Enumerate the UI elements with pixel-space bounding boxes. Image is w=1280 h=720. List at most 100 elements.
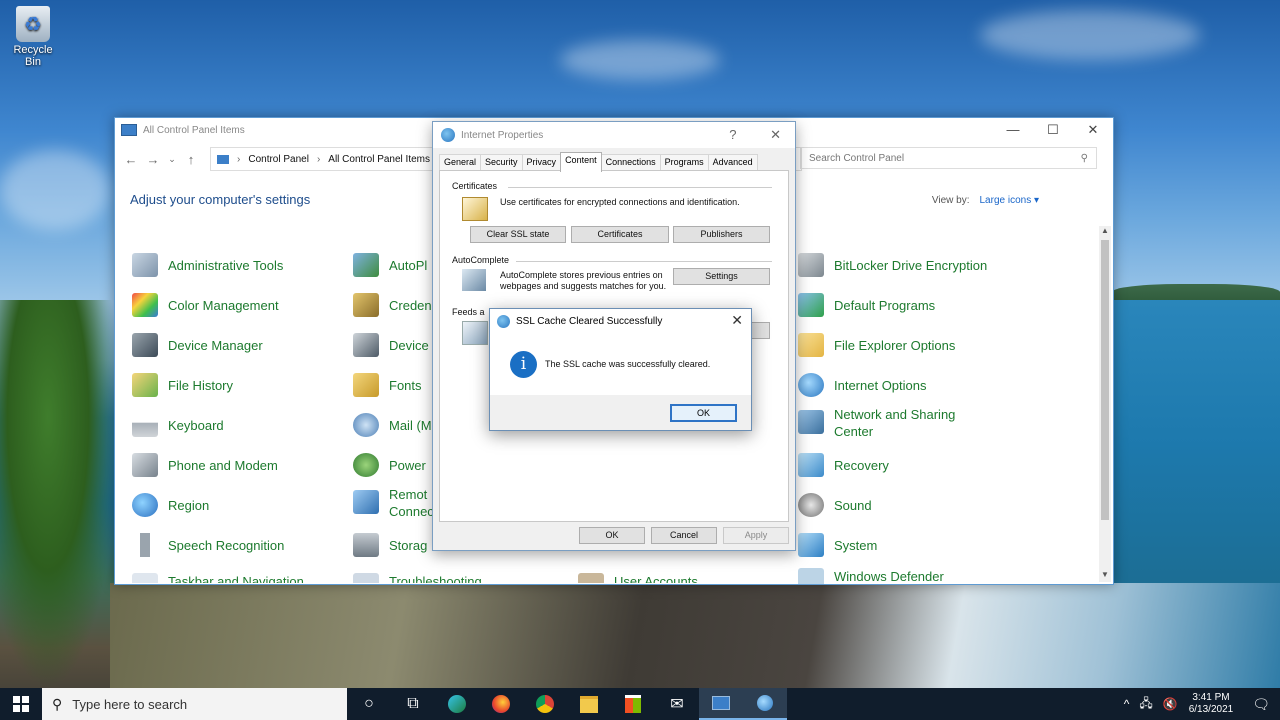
- item-region[interactable]: Region: [132, 493, 209, 517]
- item-label: Color Management: [168, 297, 279, 313]
- item-label: Speech Recognition: [168, 537, 285, 553]
- clock[interactable]: 3:41 PM 6/13/2021: [1189, 692, 1234, 716]
- vertical-scrollbar[interactable]: ▲ ▼: [1099, 226, 1111, 582]
- item-internet-options[interactable]: Internet Options: [798, 373, 927, 397]
- show-hidden-icons-icon[interactable]: ^: [1124, 697, 1130, 711]
- scroll-up-icon[interactable]: ▲: [1099, 226, 1111, 238]
- admin-tools-icon: [132, 253, 158, 277]
- item-troubleshooting[interactable]: Troubleshooting: [353, 573, 482, 583]
- firefox-icon[interactable]: [479, 688, 523, 720]
- item-autoplay[interactable]: AutoPl: [353, 253, 427, 277]
- recovery-icon: [798, 453, 824, 477]
- message-text: The SSL cache was successfully cleared.: [545, 359, 711, 369]
- beach-scenery: [110, 583, 1280, 688]
- scroll-thumb[interactable]: [1101, 240, 1109, 520]
- taskbar: ⚲ Type here to search ○ ⧉ ✉ ^ 🖧 🔇 3:41 P…: [0, 688, 1280, 720]
- item-administrative-tools[interactable]: Administrative Tools: [132, 253, 283, 277]
- certificates-button[interactable]: Certificates: [571, 226, 669, 243]
- item-phone-and-modem[interactable]: Phone and Modem: [132, 453, 278, 477]
- item-label: Network and Sharing: [834, 407, 956, 422]
- item-speech-recognition[interactable]: Speech Recognition: [132, 533, 284, 557]
- message-box-ok-button[interactable]: OK: [670, 404, 737, 422]
- certificates-description: Use certificates for encrypted connectio…: [500, 197, 740, 207]
- item-bitlocker[interactable]: BitLocker Drive Encryption: [798, 253, 987, 277]
- autocomplete-settings-button[interactable]: Settings: [673, 268, 770, 285]
- item-windows-defender[interactable]: Windows Defender: [798, 568, 944, 584]
- item-default-programs[interactable]: Default Programs: [798, 293, 935, 317]
- item-taskbar-navigation[interactable]: Taskbar and Navigation: [132, 573, 304, 583]
- dialog-close-button[interactable]: ✕: [770, 127, 781, 142]
- cancel-button[interactable]: Cancel: [651, 527, 717, 544]
- item-label-line2: Center: [834, 424, 874, 439]
- item-label: Troubleshooting: [389, 574, 482, 583]
- internet-properties-taskbar-icon[interactable]: [743, 688, 787, 720]
- item-user-accounts[interactable]: User Accounts: [578, 573, 698, 583]
- remoteapp-icon: [353, 490, 379, 514]
- tab-content[interactable]: Content: [560, 152, 602, 172]
- system-tray: ^ 🖧 🔇 3:41 PM 6/13/2021 🗨: [1119, 688, 1280, 720]
- clear-ssl-state-button[interactable]: Clear SSL state: [470, 226, 566, 243]
- item-device-manager[interactable]: Device Manager: [132, 333, 263, 357]
- volume-muted-icon[interactable]: 🔇: [1163, 697, 1178, 711]
- recycle-bin-desktop-icon[interactable]: Recycle Bin: [4, 4, 62, 68]
- item-color-management[interactable]: Color Management: [132, 293, 279, 317]
- publishers-button[interactable]: Publishers: [673, 226, 770, 243]
- cortana-icon[interactable]: ○: [347, 688, 391, 720]
- mail-icon[interactable]: ✉: [655, 688, 699, 720]
- taskbar-search-box[interactable]: ⚲ Type here to search: [42, 688, 347, 720]
- item-power-options[interactable]: Power: [353, 453, 426, 477]
- item-file-history[interactable]: File History: [132, 373, 233, 397]
- network-icon[interactable]: 🖧: [1139, 694, 1152, 715]
- item-label: Fonts: [389, 377, 422, 393]
- message-box-titlebar: SSL Cache Cleared Successfully: [490, 309, 751, 333]
- help-button[interactable]: ?: [729, 127, 736, 142]
- item-label-line2: Connec: [389, 504, 434, 519]
- sea-scenery: [1112, 300, 1280, 590]
- item-label: Default Programs: [834, 297, 936, 313]
- message-box-close-button[interactable]: ✕: [731, 312, 743, 329]
- item-label: File Explorer Options: [834, 337, 956, 353]
- item-label: Keyboard: [168, 417, 224, 433]
- internet-properties-title: Internet Properties: [461, 129, 544, 141]
- item-sound[interactable]: Sound: [798, 493, 872, 517]
- item-label: User Accounts: [614, 574, 698, 583]
- edge-icon[interactable]: [435, 688, 479, 720]
- start-button[interactable]: [0, 688, 42, 720]
- file-explorer-icon[interactable]: [567, 688, 611, 720]
- ok-button[interactable]: OK: [579, 527, 645, 544]
- autocomplete-icon: [462, 269, 486, 291]
- scroll-down-icon[interactable]: ▼: [1099, 570, 1111, 582]
- color-mgmt-icon: [132, 293, 158, 317]
- task-view-icon[interactable]: ⧉: [391, 688, 435, 720]
- item-file-explorer-options[interactable]: File Explorer Options: [798, 333, 955, 357]
- search-icon: ⚲: [52, 695, 63, 712]
- item-label: Device: [389, 337, 429, 353]
- item-label: Taskbar and Navigation: [168, 574, 304, 583]
- feeds-section-label: Feeds a: [452, 307, 485, 317]
- item-network-sharing[interactable]: Network and Sharing Center: [798, 406, 955, 440]
- control-panel-taskbar-icon[interactable]: [699, 688, 743, 720]
- taskbar-icon: [132, 573, 158, 583]
- item-devices-printers[interactable]: Device: [353, 333, 429, 357]
- chrome-icon[interactable]: [523, 688, 567, 720]
- notifications-icon[interactable]: 🗨: [1252, 696, 1270, 713]
- item-system[interactable]: System: [798, 533, 877, 557]
- item-mail[interactable]: Mail (M: [353, 413, 432, 437]
- item-storage-spaces[interactable]: Storag: [353, 533, 427, 557]
- microsoft-store-icon[interactable]: [611, 688, 655, 720]
- network-icon: [798, 410, 824, 434]
- region-icon: [132, 493, 158, 517]
- item-remoteapp[interactable]: Remot Connec: [353, 486, 434, 520]
- item-keyboard[interactable]: Keyboard: [132, 413, 224, 437]
- item-credential-manager[interactable]: Creden: [353, 293, 432, 317]
- credential-icon: [353, 293, 379, 317]
- system-icon: [798, 533, 824, 557]
- item-fonts[interactable]: Fonts: [353, 373, 422, 397]
- palm-scenery: [0, 300, 120, 690]
- internet-options-icon: [798, 373, 824, 397]
- item-label: Device Manager: [168, 337, 263, 353]
- storage-icon: [353, 533, 379, 557]
- item-label: BitLocker Drive Encryption: [834, 257, 988, 273]
- item-recovery[interactable]: Recovery: [798, 453, 889, 477]
- feeds-icon: [462, 321, 488, 345]
